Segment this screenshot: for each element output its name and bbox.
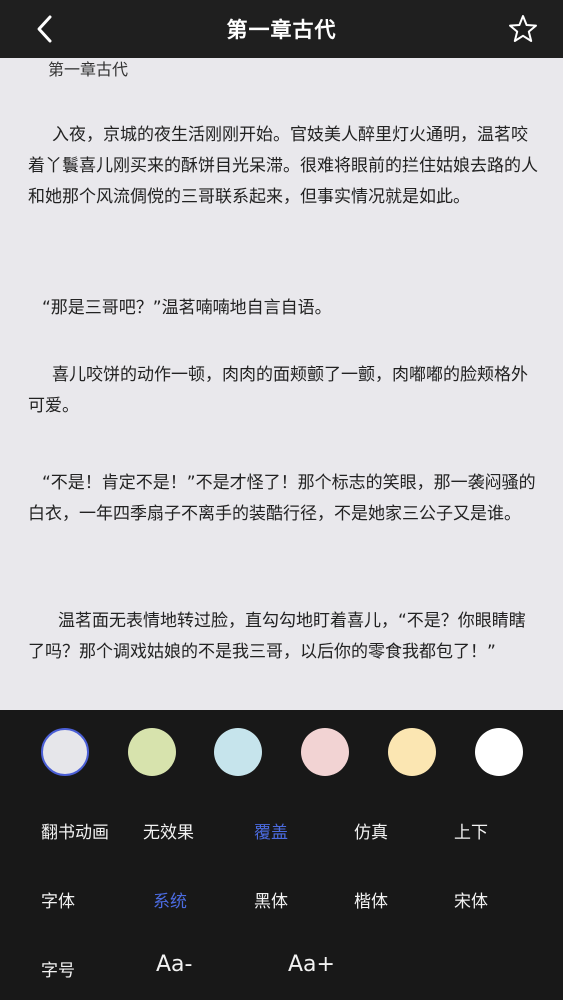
font-label: 字体	[41, 892, 75, 912]
font-option-kaiti[interactable]: 楷体	[354, 887, 388, 912]
paragraph: 喜儿咬饼的动作一顿，肉肉的面颊颤了一颤，肉嘟嘟的脸颊格外可爱。	[28, 365, 528, 416]
paragraph: 温茗面无表情地转过脸，直勾勾地盯着喜儿，“不是？你眼睛瞎了吗？那个调戏姑娘的不是…	[28, 611, 526, 662]
font-option-system[interactable]: 系统	[153, 887, 187, 912]
top-bar: 第一章古代	[0, 0, 563, 58]
font-option-songti[interactable]: 宋体	[454, 887, 488, 912]
animation-option-vertical[interactable]: 上下	[454, 818, 488, 843]
background-swatch-pink[interactable]	[301, 728, 349, 776]
paragraph: “不是！肯定不是！”不是才怪了！那个标志的笑眼，那一袭闷骚的白衣，一年四季扇子不…	[28, 473, 536, 524]
star-outline-icon	[509, 15, 537, 42]
font-option-heiti[interactable]: 黑体	[254, 887, 288, 912]
page-title: 第一章古代	[226, 18, 337, 42]
font-size-decrease-button[interactable]: Aa-	[156, 952, 192, 977]
animation-option-none[interactable]: 无效果	[143, 818, 194, 843]
paragraph: 入夜，京城的夜生活刚刚开始。官妓美人醉里灯火通明，温茗咬着丫鬟喜儿刚买来的酥饼目…	[28, 125, 538, 207]
background-swatch-yellow[interactable]	[388, 728, 436, 776]
font-size-label: 字号	[41, 961, 75, 981]
animation-option-simulation[interactable]: 仿真	[354, 818, 388, 843]
reading-area[interactable]: 第一章古代 入夜，京城的夜生活刚刚开始。官妓美人醉里灯火通明，温茗咬着丫鬟喜儿刚…	[0, 58, 563, 710]
background-swatch-green[interactable]	[128, 728, 176, 776]
background-swatch-gray[interactable]	[41, 728, 89, 776]
animation-option-cover[interactable]: 覆盖	[254, 818, 288, 843]
chapter-heading: 第一章古代	[48, 60, 129, 79]
paragraph: “那是三哥吧？”温茗喃喃地自言自语。	[42, 298, 332, 318]
background-swatch-blue[interactable]	[214, 728, 262, 776]
animation-label: 翻书动画	[41, 823, 109, 843]
favorite-button[interactable]	[507, 13, 539, 45]
reader-settings-panel: 翻书动画 无效果 覆盖 仿真 上下 字体 系统 黑体 楷体 宋体 字号 Aa- …	[0, 710, 563, 1000]
background-swatch-white[interactable]	[475, 728, 523, 776]
font-size-increase-button[interactable]: Aa+	[288, 952, 335, 977]
